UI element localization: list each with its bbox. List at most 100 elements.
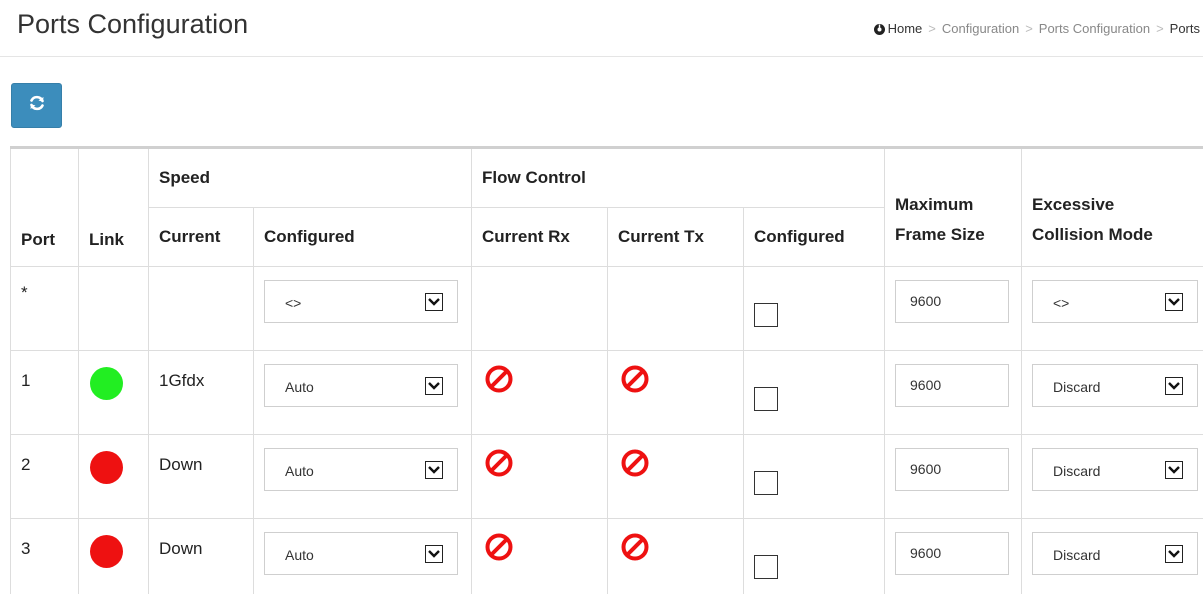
speed-configured-value: Auto [285,379,314,395]
chevron-down-icon [1165,377,1183,395]
flow-control-checkbox[interactable] [754,387,778,411]
table-row: 2 Down Auto 9600 Discard [10,434,1203,519]
speed-current-cell: Down [148,518,254,594]
link-cell [78,266,149,351]
header-max-frame-line2: Frame Size [895,225,985,244]
fc-tx-cell [607,266,744,351]
chevron-down-icon [1165,461,1183,479]
port-number: * [21,283,28,302]
speed-current [159,267,243,287]
fc-tx-cell [607,350,744,435]
refresh-button[interactable] [11,83,62,128]
speed-configured-cell: Auto [253,434,472,519]
disabled-icon [484,364,597,399]
chevron-down-icon [425,461,443,479]
ecm-cell: Discard [1021,350,1203,435]
max-frame-cell: 9600 [884,350,1022,435]
max-frame-size-input[interactable]: 9600 [895,280,1009,323]
breadcrumb-home[interactable]: Home [888,21,923,36]
link-up-icon [90,367,123,400]
header-link: Link [78,147,149,267]
breadcrumb-ports: Ports [1169,21,1200,36]
chevron-down-icon [425,293,443,311]
header-port: Port [10,147,79,267]
speed-configured-value: <> [285,295,302,311]
header-fc-current-tx: Current Tx [607,207,744,267]
chevron-down-icon [425,377,443,395]
fc-tx-cell [607,434,744,519]
max-frame-cell: 9600 [884,518,1022,594]
port-number: 1 [21,371,31,390]
speed-current: Down [159,539,203,558]
header-fc-configured: Configured [743,207,885,267]
speed-configured-cell: Auto [253,518,472,594]
link-cell [78,434,149,519]
breadcrumb-separator: > [928,21,936,36]
port-cell: * [10,266,79,351]
speed-configured-cell: Auto [253,350,472,435]
header-fc-current-rx: Current Rx [471,207,608,267]
header-ecm-line1: Excessive [1032,195,1115,214]
fc-rx-cell [471,266,608,351]
speed-configured-select[interactable]: <> [264,280,458,323]
speed-configured-cell: <> [253,266,472,351]
port-cell: 2 [10,434,79,519]
ecm-cell: <> [1021,266,1203,351]
flow-control-checkbox[interactable] [754,471,778,495]
port-number: 3 [21,539,31,558]
header-max-frame-line1: Maximum [895,195,974,214]
max-frame-cell: 9600 [884,434,1022,519]
fc-configured-cell [743,518,885,594]
page-title: Ports Configuration [17,9,249,39]
link-cell [78,350,149,435]
header-maximum-frame-size: Maximum Frame Size [884,147,1022,267]
max-frame-size-input[interactable]: 9600 [895,532,1009,575]
port-number: 2 [21,455,31,474]
excessive-collision-select[interactable]: Discard [1032,448,1198,491]
max-frame-size-input[interactable]: 9600 [895,448,1009,491]
disabled-icon [484,448,597,483]
breadcrumb-ports-configuration[interactable]: Ports Configuration [1039,21,1150,36]
link-cell [78,518,149,594]
excessive-collision-select[interactable]: <> [1032,280,1198,323]
speed-current: Down [159,455,203,474]
excessive-collision-select[interactable]: Discard [1032,364,1198,407]
refresh-icon [28,94,46,117]
link-down-icon [90,451,123,484]
fc-rx-cell [471,518,608,594]
disabled-icon [484,532,597,567]
ecm-value: <> [1053,295,1070,311]
port-cell: 1 [10,350,79,435]
speed-configured-select[interactable]: Auto [264,448,458,491]
flow-control-checkbox[interactable] [754,555,778,579]
ecm-value: Discard [1053,463,1101,479]
ports-table-container: Port Link Speed Flow Control Maximum Fra… [10,146,1203,594]
speed-configured-select[interactable]: Auto [264,532,458,575]
header-ecm-line2: Collision Mode [1032,225,1153,244]
home-icon [873,23,886,38]
breadcrumb-separator: > [1156,21,1164,36]
speed-current-cell: 1Gfdx [148,350,254,435]
link-down-icon [90,535,123,568]
speed-configured-select[interactable]: Auto [264,364,458,407]
header-speed-current: Current [148,207,254,267]
table-row: * <> 9600 <> [10,266,1203,351]
excessive-collision-select[interactable]: Discard [1032,532,1198,575]
port-cell: 3 [10,518,79,594]
chevron-down-icon [425,545,443,563]
ecm-value: Discard [1053,547,1101,563]
header-speed: Speed [148,147,472,208]
table-row: 3 Down Auto 9600 Discard [10,518,1203,594]
flow-control-checkbox[interactable] [754,303,778,327]
max-frame-size-input[interactable]: 9600 [895,364,1009,407]
header-flow-control: Flow Control [471,147,885,208]
max-frame-cell: 9600 [884,266,1022,351]
breadcrumb-configuration[interactable]: Configuration [942,21,1019,36]
breadcrumb: Home > Configuration > Ports Configuration > P… [873,21,1200,38]
fc-configured-cell [743,350,885,435]
disabled-icon [620,448,733,483]
header-excessive-collision-mode: Excessive Collision Mode [1021,147,1203,267]
table-row: 1 1Gfdx Auto 9600 Discard [10,350,1203,435]
fc-rx-cell [471,434,608,519]
speed-current: 1Gfdx [159,371,205,390]
